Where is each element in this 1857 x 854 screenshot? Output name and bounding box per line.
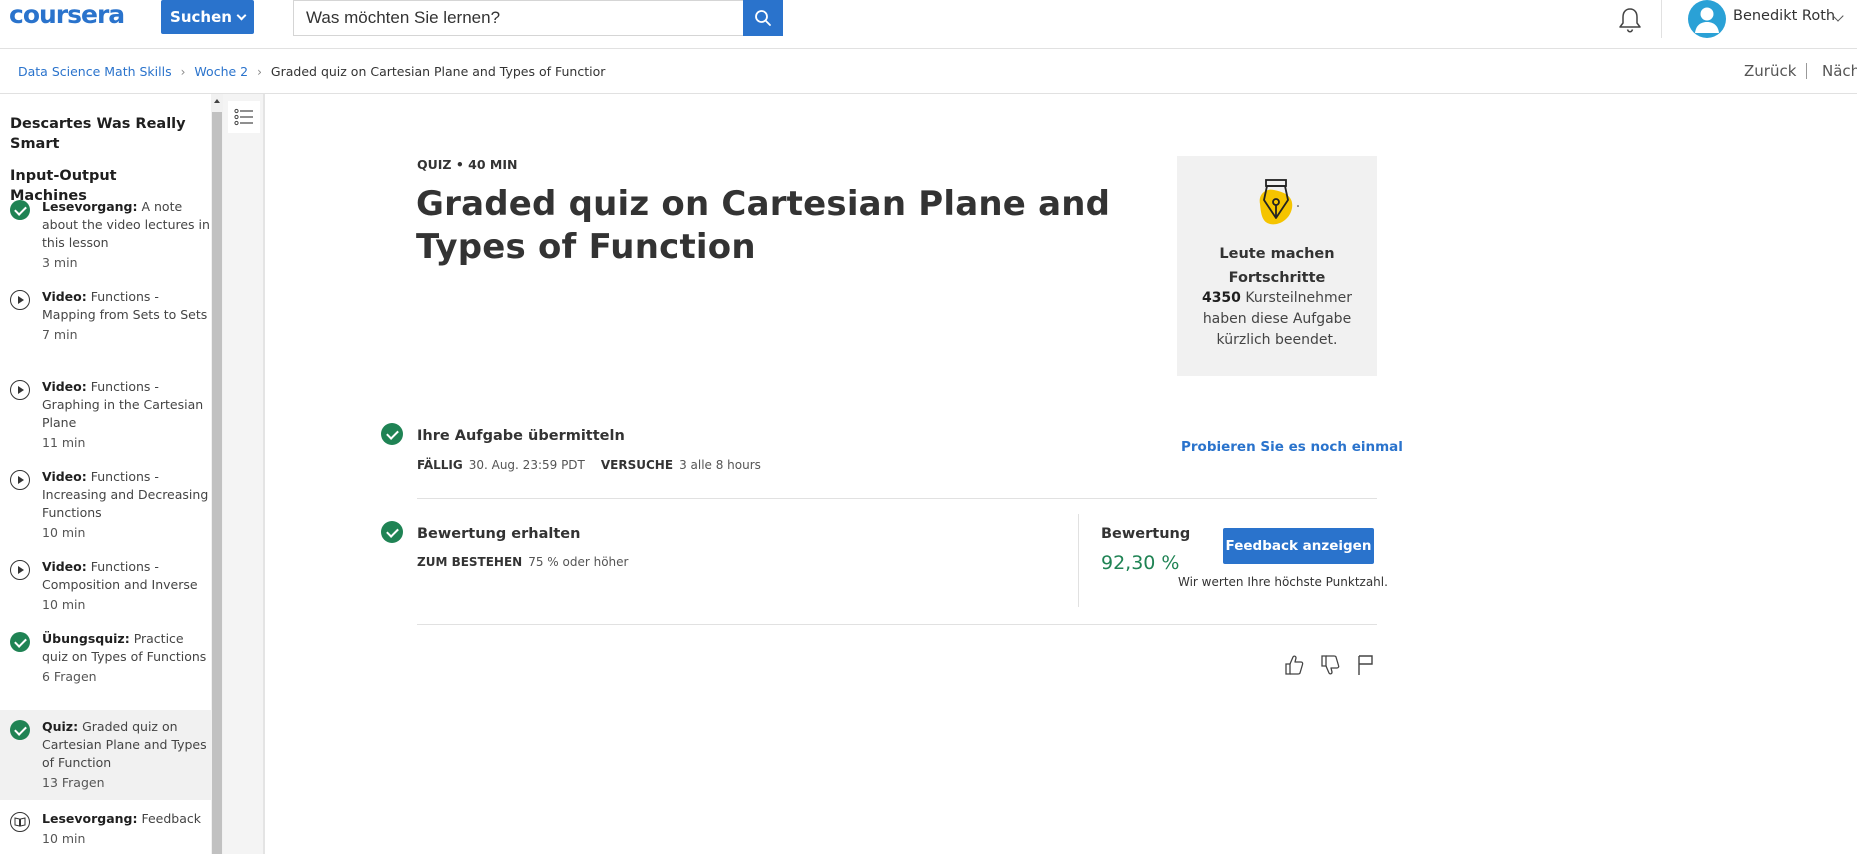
sidebar-item-video[interactable]: Video: Functions - Increasing and Decrea…	[0, 468, 211, 542]
thumbs-down-icon[interactable]	[1320, 654, 1340, 676]
sidebar-scrollbar[interactable]	[211, 94, 223, 854]
course-outline-sidebar: Descartes Was Really Smart Input-Output …	[0, 94, 211, 854]
completed-check-icon	[381, 423, 403, 445]
outline-toggle-button[interactable]	[228, 101, 260, 133]
section-divider	[417, 624, 1377, 625]
topbar-divider	[1661, 0, 1662, 38]
play-icon	[10, 470, 30, 490]
nav-divider	[1806, 63, 1807, 79]
chevron-down-icon	[236, 10, 247, 20]
feedback-actions	[1284, 654, 1376, 676]
section-divider	[417, 498, 1377, 499]
completed-check-icon	[10, 632, 30, 652]
item-duration: 3 min	[42, 255, 78, 270]
scroll-up-arrow-icon[interactable]	[214, 99, 220, 103]
progress-card-title: Leute machen Fortschritte	[1219, 246, 1335, 286]
top-navigation-bar: coursera Suchen Was möchten Sie lernen? …	[0, 0, 1857, 49]
item-duration: 10 min	[42, 831, 86, 846]
lesson-heading: Descartes Was Really Smart	[10, 116, 186, 152]
search-input[interactable]: Was möchten Sie lernen?	[293, 0, 743, 36]
grade-label: Bewertung	[1101, 526, 1191, 542]
user-name[interactable]: Benedikt Roth	[1733, 8, 1835, 24]
submit-assignment-title: Ihre Aufgabe übermitteln	[417, 428, 625, 444]
breadcrumb-current: Graded quiz on Cartesian Plane and Types…	[270, 64, 606, 79]
due-value: 30. Aug. 23:59 PDT	[468, 458, 585, 472]
flag-icon[interactable]	[1356, 654, 1374, 676]
completed-check-icon	[381, 521, 403, 543]
receive-grade-title: Bewertung erhalten	[417, 526, 581, 542]
item-type: Lesevorgang:	[42, 199, 138, 214]
scrollbar-thumb[interactable]	[212, 112, 222, 854]
grade-value: 92,30 %	[1101, 552, 1180, 574]
item-type: Video:	[42, 289, 87, 304]
item-type: Übungsquiz:	[42, 631, 130, 646]
pen-nib-icon	[1259, 179, 1299, 225]
user-icon	[1695, 7, 1719, 33]
explore-button-label: Suchen	[170, 8, 232, 26]
item-duration: 11 min	[42, 435, 86, 450]
quiz-meta: QUIZ • 40 MIN	[417, 157, 518, 172]
search-input-placeholder: Was möchten Sie lernen?	[306, 8, 501, 27]
pass-value: 75 % oder höher	[528, 555, 629, 569]
breadcrumb-bar: Data Science Math Skills › Woche 2 › Gra…	[0, 49, 1857, 94]
play-icon	[10, 290, 30, 310]
chevron-right-icon: ›	[180, 64, 186, 79]
item-duration: 7 min	[42, 327, 78, 342]
outline-toggle-column	[223, 94, 265, 854]
book-icon	[10, 812, 30, 832]
pass-requirement: ZUM BESTEHEN 75 % oder höher	[417, 555, 628, 569]
sidebar-item-video[interactable]: Video: Functions - Mapping from Sets to …	[0, 288, 211, 344]
item-type: Quiz:	[42, 719, 79, 734]
learner-count: 4350	[1201, 290, 1241, 306]
play-icon	[10, 380, 30, 400]
breadcrumb-week[interactable]: Woche 2	[194, 64, 248, 79]
grade-divider	[1078, 514, 1079, 607]
breadcrumb: Data Science Math Skills › Woche 2 › Gra…	[18, 64, 605, 79]
sidebar-item-video[interactable]: Video: Functions - Graphing in the Carte…	[0, 378, 211, 452]
completed-check-icon	[10, 720, 30, 740]
item-duration: 10 min	[42, 525, 86, 540]
bell-icon[interactable]	[1617, 6, 1643, 34]
coursera-logo[interactable]: coursera	[9, 0, 125, 29]
search-icon	[755, 10, 771, 26]
play-icon	[10, 560, 30, 580]
sidebar-item-video[interactable]: Video: Functions - Composition and Inver…	[0, 558, 211, 614]
thumbs-up-icon[interactable]	[1284, 654, 1304, 676]
avatar[interactable]	[1688, 0, 1726, 38]
page-title: Graded quiz on Cartesian Plane and Types…	[416, 184, 1111, 267]
breadcrumb-course[interactable]: Data Science Math Skills	[18, 64, 172, 79]
item-duration: 6 Fragen	[42, 669, 97, 684]
item-type: Lesevorgang:	[42, 811, 138, 826]
retry-link[interactable]: Probieren Sie es noch einmal	[1181, 439, 1403, 455]
explore-button[interactable]: Suchen	[161, 0, 254, 34]
item-duration: 13 Fragen	[42, 775, 105, 790]
list-icon	[234, 108, 253, 126]
attempts-label: VERSUCHE	[600, 458, 674, 472]
item-name: Feedback	[141, 811, 202, 826]
attempts-value: 3 alle 8 hours	[679, 458, 761, 472]
item-type: Video:	[42, 559, 87, 574]
view-feedback-button[interactable]: Feedback anzeigen	[1223, 528, 1374, 564]
grade-note: Wir werten Ihre höchste Punktzahl.	[1178, 575, 1388, 589]
sidebar-item-reading[interactable]: Lesevorgang: Feedback 10 min	[0, 810, 211, 848]
previous-button[interactable]: Zurück	[1744, 62, 1796, 80]
item-type: Video:	[42, 379, 87, 394]
progress-card-text: 4350 Kursteilnehmer haben diese Aufgabe …	[1191, 288, 1363, 351]
due-label: FÄLLIG	[417, 458, 463, 472]
item-duration: 10 min	[42, 597, 86, 612]
submit-assignment-meta: FÄLLIG 30. Aug. 23:59 PDT VERSUCHE 3 alle 8…	[417, 458, 761, 472]
progress-card: Leute machen Fortschritte 4350 Kursteiln…	[1177, 156, 1377, 376]
chevron-right-icon: ›	[257, 64, 262, 79]
sidebar-item-quiz-active[interactable]: Quiz: Graded quiz on Cartesian Plane and…	[0, 710, 211, 800]
sidebar-item-practice-quiz[interactable]: Übungsquiz: Practice quiz on Types of Fu…	[0, 630, 211, 686]
search-button[interactable]	[743, 0, 783, 36]
pass-label: ZUM BESTEHEN	[417, 555, 523, 569]
next-button[interactable]: Näch	[1822, 62, 1857, 80]
completed-check-icon	[10, 200, 30, 220]
item-type: Video:	[42, 469, 87, 484]
sidebar-item-reading[interactable]: Lesevorgang: A note about the video lect…	[0, 198, 211, 272]
